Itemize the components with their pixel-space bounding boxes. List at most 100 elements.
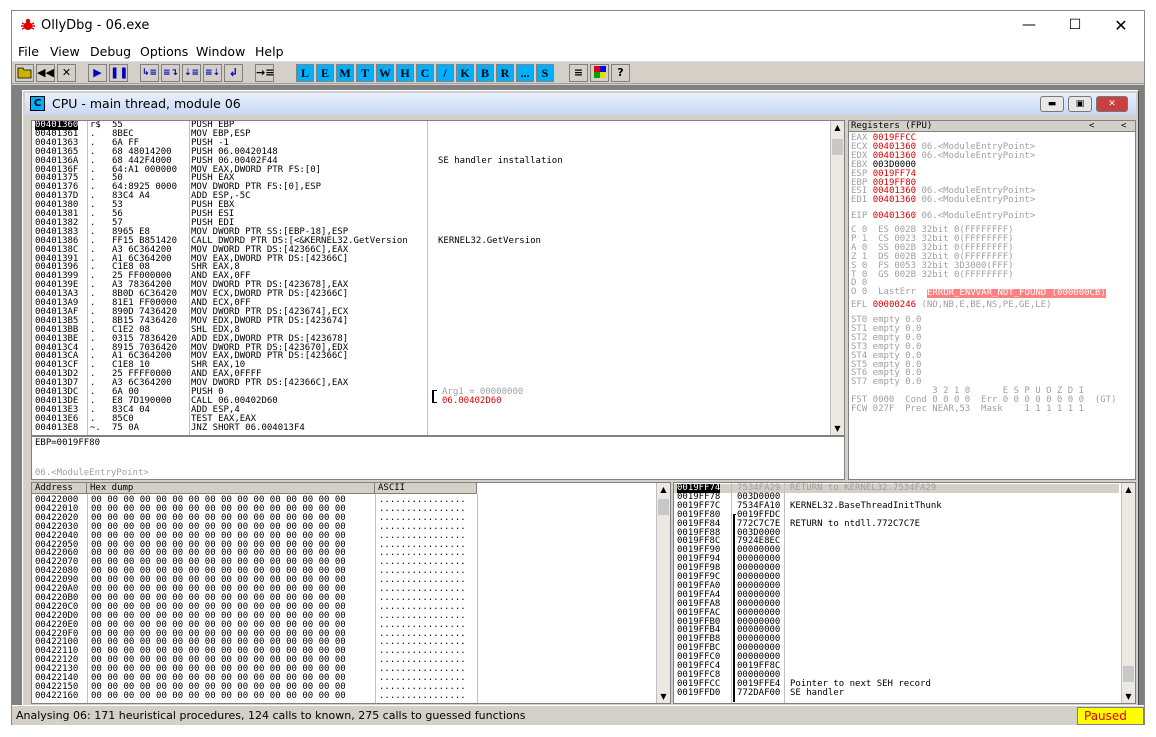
disasm-row[interactable]: 004013E8 ~. 75 0A JNZ SHORT 06.004013F4 [32, 422, 832, 433]
register-value[interactable]: 00401360 [873, 195, 916, 205]
menu-options[interactable]: Options [140, 44, 188, 59]
cpu-close-button[interactable]: ✕ [1096, 96, 1128, 112]
fcw-line: FCW 027F Prec NEAR,53 Mask 1 1 1 1 1 1 [851, 404, 1084, 414]
disasm-row[interactable]: 004013E6. 85C0 TEST EAX,EAX [32, 414, 832, 424]
info-pane: EBP=0019FF80 06.<ModuleEntryPoint> [31, 436, 845, 480]
registers-next-icon[interactable]: < [1121, 122, 1126, 131]
stack-pane[interactable]: 0019FF74 7534FA29 RETURN to KERNEL32.7534F… [673, 482, 1136, 704]
minimize-button[interactable]: — [1006, 11, 1052, 40]
stack-comment: KERNEL32.BaseThreadInitThunk [790, 500, 942, 511]
scroll-down-icon[interactable]: ▼ [657, 690, 670, 703]
disasm-mark: ~. [90, 422, 101, 433]
run-icon[interactable]: ▶ [88, 64, 107, 82]
dump-pane[interactable]: Address Hex dump ASCII 00422000 00 00 00 … [31, 482, 671, 704]
step-into-icon[interactable]: ↳≡ [140, 64, 159, 82]
menu-help[interactable]: Help [255, 44, 284, 59]
execute-till-return-icon[interactable]: ↲ [224, 64, 243, 82]
stack-comment: SE handler [790, 687, 845, 698]
dump-row[interactable]: 00422160 00 00 00 00 00 00 00 00 00 00 00… [35, 691, 635, 701]
stack-scrollbar[interactable]: ▲ ▼ [1121, 483, 1135, 703]
disasm-row[interactable]: 00401361. 8BEC MOV EBP,ESP [32, 129, 832, 139]
toolbar-modules-button[interactable]: E [316, 64, 334, 82]
disasm-row[interactable]: 0040136F. 64:A1 000000 MOV EAX,DWORD PTR … [32, 165, 832, 175]
toolbar-log-button[interactable]: L [296, 64, 314, 82]
pause-icon[interactable]: ❚❚ [109, 64, 128, 82]
scroll-thumb[interactable] [658, 499, 669, 515]
stack-row[interactable]: 0019FFD0 772DAF00 SE handler [674, 687, 1119, 698]
toolbar-patches-button[interactable]: / [436, 64, 454, 82]
flag-line[interactable]: O 0 LastErr [851, 288, 921, 297]
maximize-button[interactable]: ☐ [1052, 11, 1098, 40]
disasm-row[interactable]: 004013D7. A3 6C364200 MOV DWORD PTR DS:[4… [32, 379, 832, 388]
close-program-icon[interactable]: ✕ [57, 64, 76, 82]
lasterr-value: ERROR_ENVVAR_NOT_FOUND (000000CB) [927, 288, 1106, 298]
scroll-up-icon[interactable]: ▲ [831, 121, 844, 134]
scroll-up-icon[interactable]: ▲ [1122, 483, 1135, 496]
scroll-down-icon[interactable]: ▼ [1122, 690, 1135, 703]
toolbar-windows-button[interactable]: W [376, 64, 394, 82]
disasm-row[interactable]: 00401380. 53 PUSH EBX [32, 201, 832, 210]
cpu-window-title: CPU - main thread, module 06 [52, 96, 241, 111]
toolbar-cpu-button[interactable]: C [416, 64, 434, 82]
toolbar-callstack-button[interactable]: K [456, 64, 474, 82]
registers-header: Registers (FPU) [851, 121, 933, 131]
menu-window[interactable]: Window [196, 44, 245, 59]
trace-into-icon[interactable]: ⇣≡ [182, 64, 201, 82]
flag-line[interactable]: T 0 GS 002B 32bit 0(FFFFFFFF) [851, 270, 1014, 280]
disasm-row[interactable]: 00401360 r$ 55 PUSH EBP [32, 121, 832, 130]
dump-hex-header[interactable]: Hex dump [87, 483, 375, 494]
disassembly-scrollbar[interactable]: ▲ ▼ [830, 121, 844, 435]
step-over-icon[interactable]: ≡↴ [161, 64, 180, 82]
disasm-row[interactable]: 00401381. 56 PUSH ESI [32, 210, 832, 219]
cpu-restore-button[interactable]: ▣ [1068, 96, 1092, 112]
toolbar-source-button[interactable]: S [536, 64, 554, 82]
disasm-instruction: JNZ SHORT 06.004013F4 [191, 422, 305, 433]
toolbar-runtrace-button[interactable]: ... [516, 64, 534, 82]
scroll-thumb[interactable] [832, 139, 843, 155]
trace-over-icon[interactable]: ≡⇣ [203, 64, 222, 82]
list-icon[interactable]: ≡ [569, 64, 588, 82]
menu-view[interactable]: View [50, 44, 80, 59]
close-button[interactable]: ✕ [1098, 11, 1144, 40]
help-icon[interactable]: ? [611, 64, 630, 82]
registers-pane[interactable]: Registers (FPU) < < EAX 0019FFCC ECX 004… [848, 120, 1136, 480]
scroll-thumb[interactable] [1123, 666, 1134, 682]
stack-address: 0019FFD0 [677, 687, 721, 698]
toolbar-handles-button[interactable]: H [396, 64, 414, 82]
disasm-row[interactable]: 0040137D. 83C4 A4 ADD ESP,-5C [32, 192, 832, 201]
eip-line: EIP 00401360 06.<ModuleEntryPoint> [851, 211, 1036, 221]
colors-icon[interactable] [590, 64, 609, 82]
toolbar: ◀◀ ✕ ▶ ❚❚ ↳≡ ≡↴ ⇣≡ ≡⇣ ↲ →≡ L E M T W H C… [12, 62, 1144, 84]
arg-bracket [432, 390, 437, 403]
disasm-row[interactable]: 00401376. 64:8925 0000 MOV DWORD PTR FS:[… [32, 183, 832, 192]
cpu-minimize-button[interactable]: ▬ [1040, 96, 1064, 112]
disasm-row[interactable]: 004013E3. 83C4 04 ADD ESP,4 [32, 405, 832, 415]
restart-icon[interactable]: ◀◀ [36, 64, 55, 82]
scroll-down-icon[interactable]: ▼ [831, 422, 844, 435]
disasm-comment: SE handler installation [438, 155, 563, 166]
disassembly-pane[interactable]: 00401360 r$ 55 PUSH EBP 00401361. 8BEC MOV EB… [31, 120, 845, 436]
toolbar-references-button[interactable]: R [496, 64, 514, 82]
toolbar-threads-button[interactable]: T [356, 64, 374, 82]
stack-comment: RETURN to ntdll.772C7C7E [790, 518, 921, 529]
status-text: Analysing 06: 171 heuristical procedures… [16, 709, 526, 722]
toolbar-memory-button[interactable]: M [336, 64, 354, 82]
disasm-row[interactable]: 004013B5. 8B15 7436420 MOV EDX,DWORD PTR … [32, 316, 832, 326]
disasm-row[interactable]: 004013CA. A1 6C364200 MOV EAX,DWORD PTR D… [32, 352, 832, 361]
dump-scrollbar[interactable]: ▲ ▼ [656, 483, 670, 703]
disasm-address: 004013E8 [35, 422, 79, 433]
register-comment: 06.<ModuleEntryPoint> [921, 195, 1036, 206]
disasm-row[interactable]: 00401391. A1 6C364200 MOV EAX,DWORD PTR D… [32, 254, 832, 264]
open-icon[interactable] [15, 64, 34, 82]
info-line-1: EBP=0019FF80 [35, 438, 101, 448]
scroll-up-icon[interactable]: ▲ [657, 483, 670, 496]
disasm-row[interactable]: 00401382. 57 PUSH EDI [32, 218, 832, 228]
go-to-icon[interactable]: →≡ [255, 64, 274, 82]
dump-ascii-header[interactable]: ASCII [375, 483, 477, 494]
menu-debug[interactable]: Debug [90, 44, 131, 59]
toolbar-breakpoints-button[interactable]: B [476, 64, 494, 82]
dump-address-header[interactable]: Address [32, 483, 87, 494]
registers-prev-icon[interactable]: < [1089, 122, 1094, 131]
menu-file[interactable]: File [18, 44, 39, 59]
register-line[interactable]: EDI 00401360 06.<ModuleEntryPoint> [851, 196, 1131, 205]
